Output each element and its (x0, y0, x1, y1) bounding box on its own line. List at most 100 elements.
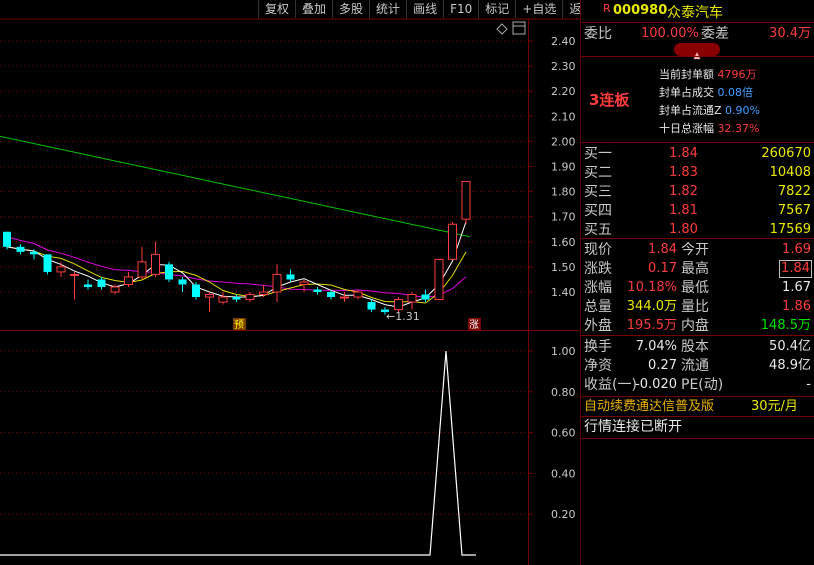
candle-body (30, 251, 38, 255)
promo-price[interactable]: 30元/月 (751, 397, 798, 417)
candle-body (178, 279, 187, 285)
stat-label: 涨跌 (584, 261, 612, 277)
candle-body (367, 302, 376, 310)
bid-row: 买三 1.82 7822 (581, 182, 814, 202)
bid-price: 1.82 (669, 184, 698, 199)
weibi-label: 委比 (584, 26, 612, 42)
candle-body (124, 276, 133, 285)
candle-body (3, 231, 11, 247)
candle-body (218, 296, 228, 303)
bid-volume: 260670 (761, 146, 811, 161)
bid-label: 买一 (584, 146, 612, 162)
stat-label: 股本 (681, 339, 709, 355)
r-marker: R (603, 2, 611, 15)
seal-row: 封单占流通Z 0.90% (659, 104, 760, 117)
bid-price: 1.83 (669, 165, 698, 180)
bid-price: 1.84 (669, 146, 698, 161)
candle-body (84, 284, 92, 287)
bid-volume: 17569 (769, 222, 811, 237)
stat-label: 换手 (584, 339, 612, 355)
stat-row: 现价 1.84 今开 1.69 (581, 240, 814, 260)
stat-value: 1.69 (782, 242, 811, 257)
candle-body (407, 294, 417, 303)
stat-value: 195.5万 (626, 318, 677, 333)
candle-body (394, 299, 403, 311)
y-tick-label: 0.40 (551, 467, 576, 480)
stat-label: 现价 (584, 242, 612, 258)
candle-body (137, 261, 147, 278)
stat-row: 收益(一) -0.020 PE(动) - (581, 375, 814, 395)
y-tick-label: 2.00 (551, 135, 576, 148)
stock-name: 众泰汽车 (667, 5, 723, 21)
kline-chart[interactable]: 2.40 2.30 2.20 2.10 2.00 1.90 1.80 1.70 1.60 1.50… (0, 0, 580, 565)
seal-row: 当前封单额 4796万 (659, 68, 757, 81)
candle-body (434, 258, 444, 301)
stat-value: 1.84 (648, 242, 677, 257)
stat-label: 最高 (681, 261, 709, 277)
weicha-label: 委差 (701, 26, 729, 42)
candle-body (151, 253, 160, 275)
y-tick-label: 1.40 (551, 286, 576, 299)
candle-body (299, 281, 309, 285)
y-tick-label: 1.00 (551, 345, 576, 358)
stat-value: 344.0万 (626, 299, 677, 314)
connection-status: 行情连接已断开 (584, 419, 682, 435)
stat-value: 50.4亿 (769, 339, 811, 354)
seal-row: 封单占成交 0.08倍 (659, 86, 753, 99)
y-tick-label: 2.10 (551, 110, 576, 123)
stat-value: - (806, 377, 811, 392)
collapse-button[interactable]: ▲ (674, 43, 720, 61)
stat-value: 1.86 (782, 299, 811, 314)
bid-price: 1.81 (669, 203, 698, 218)
candle-body (272, 273, 282, 293)
stat-row: 外盘 195.5万 内盘 148.5万 (581, 316, 814, 336)
candle-body (259, 291, 268, 296)
bid-row: 买一 1.84 260670 (581, 144, 814, 164)
bid-volume: 10408 (769, 165, 811, 180)
indicator-line (0, 350, 476, 556)
candle-body (340, 296, 349, 299)
y-tick-label: 2.40 (551, 35, 576, 48)
candle-body (110, 286, 120, 293)
tag-yu: 预 (234, 319, 244, 331)
candle-body (286, 274, 295, 280)
y-tick-label: 1.90 (551, 161, 576, 174)
stat-label: 最低 (681, 280, 709, 296)
candle-body (16, 246, 25, 252)
window-icon[interactable] (512, 21, 526, 35)
y-tick-label: 2.30 (551, 60, 576, 73)
lianban-label: 3连板 (589, 91, 630, 109)
stat-label: 总量 (584, 299, 612, 315)
bid-label: 买三 (584, 184, 612, 200)
y-tick-label: 2.20 (551, 85, 576, 98)
candle-body (245, 294, 255, 301)
candle-body (70, 273, 79, 276)
diamond-icon[interactable] (496, 23, 508, 35)
stat-label: 收益(一) (584, 377, 637, 393)
y-tick-label: 0.60 (551, 427, 576, 440)
bid-volume: 7567 (777, 203, 811, 218)
promo-text[interactable]: 自动续费通达信普及版 (584, 397, 714, 417)
candle-body (327, 292, 335, 298)
candle-body (97, 279, 106, 287)
y-tick-label: 1.70 (551, 211, 576, 224)
stat-label: 外盘 (584, 318, 612, 334)
stat-label: 量比 (681, 299, 709, 315)
y-tick-label: 0.80 (551, 386, 576, 399)
stat-row: 涨幅 10.18% 最低 1.67 (581, 278, 814, 298)
tag-zhang: 涨 (469, 319, 479, 331)
stat-value: 1.84 (779, 260, 812, 278)
candle-body (448, 223, 457, 260)
weicha-value: 30.4万 (769, 26, 811, 41)
seal-info: 当前封单额 4796万 封单占成交 0.08倍 封单占流通Z 0.90% 十日总… (659, 66, 814, 138)
y-tick-label: 1.80 (551, 186, 576, 199)
y-tick-label: 0.20 (551, 508, 576, 521)
candle-body (165, 264, 173, 280)
ma-green-line (0, 135, 471, 238)
stat-value: 0.27 (648, 358, 677, 373)
candle-body (192, 284, 200, 298)
stat-value: 0.17 (648, 261, 677, 276)
stat-label: 涨幅 (584, 280, 612, 296)
bid-price: 1.80 (669, 222, 698, 237)
seal-row: 十日总涨幅 32.37% (659, 122, 760, 135)
